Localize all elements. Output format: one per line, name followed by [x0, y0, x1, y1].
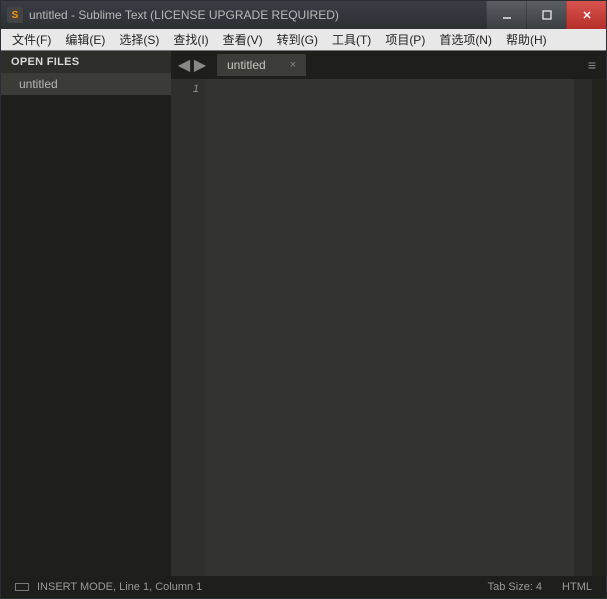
menubar: 文件(F) 编辑(E) 选择(S) 查找(I) 查看(V) 转到(G) 工具(T…: [1, 29, 606, 51]
editor: 1: [171, 79, 606, 576]
status-syntax[interactable]: HTML: [562, 581, 592, 593]
window-title: untitled - Sublime Text (LICENSE UPGRADE…: [29, 8, 486, 22]
close-button[interactable]: [566, 1, 606, 29]
menu-goto[interactable]: 转到(G): [270, 29, 325, 50]
vertical-scrollbar[interactable]: [592, 79, 606, 576]
line-number: 1: [171, 83, 199, 95]
app-window: S untitled - Sublime Text (LICENSE UPGRA…: [0, 0, 607, 599]
menu-view[interactable]: 查看(V): [216, 29, 270, 50]
hamburger-icon[interactable]: ≡: [578, 57, 606, 73]
menu-selection[interactable]: 选择(S): [112, 29, 166, 50]
nav-prev-icon[interactable]: ◀: [177, 58, 191, 72]
status-mode[interactable]: INSERT MODE, Line 1, Column 1: [37, 581, 202, 593]
maximize-button[interactable]: [526, 1, 566, 29]
menu-find[interactable]: 查找(I): [166, 29, 215, 50]
tabbar: ◀ ▶ untitled × ≡: [171, 51, 606, 79]
tab-close-icon[interactable]: ×: [290, 59, 296, 71]
tab-untitled[interactable]: untitled ×: [217, 54, 306, 76]
line-gutter: 1: [171, 79, 205, 576]
menu-tools[interactable]: 工具(T): [325, 29, 378, 50]
status-left: INSERT MODE, Line 1, Column 1: [15, 581, 202, 593]
tab-label: untitled: [227, 58, 266, 72]
sidebar: OPEN FILES untitled: [1, 51, 171, 576]
minimize-button[interactable]: [486, 1, 526, 29]
editor-content[interactable]: [205, 79, 574, 576]
open-file-item[interactable]: untitled: [1, 73, 171, 95]
menu-project[interactable]: 项目(P): [378, 29, 432, 50]
nav-next-icon[interactable]: ▶: [193, 58, 207, 72]
menu-help[interactable]: 帮助(H): [499, 29, 554, 50]
window-controls: [486, 1, 606, 29]
main-area: OPEN FILES untitled ◀ ▶ untitled × ≡ 1: [1, 51, 606, 576]
editor-pane: ◀ ▶ untitled × ≡ 1: [171, 51, 606, 576]
status-tabsize[interactable]: Tab Size: 4: [488, 581, 542, 593]
status-indicator-icon: [15, 583, 29, 591]
menu-file[interactable]: 文件(F): [5, 29, 58, 50]
tab-nav: ◀ ▶: [171, 58, 213, 72]
minimap[interactable]: [574, 79, 592, 576]
menu-edit[interactable]: 编辑(E): [58, 29, 112, 50]
app-icon: S: [7, 7, 23, 23]
sidebar-header-open-files: OPEN FILES: [1, 51, 171, 73]
menu-preferences[interactable]: 首选项(N): [432, 29, 499, 50]
statusbar: INSERT MODE, Line 1, Column 1 Tab Size: …: [1, 576, 606, 598]
titlebar[interactable]: S untitled - Sublime Text (LICENSE UPGRA…: [1, 1, 606, 29]
